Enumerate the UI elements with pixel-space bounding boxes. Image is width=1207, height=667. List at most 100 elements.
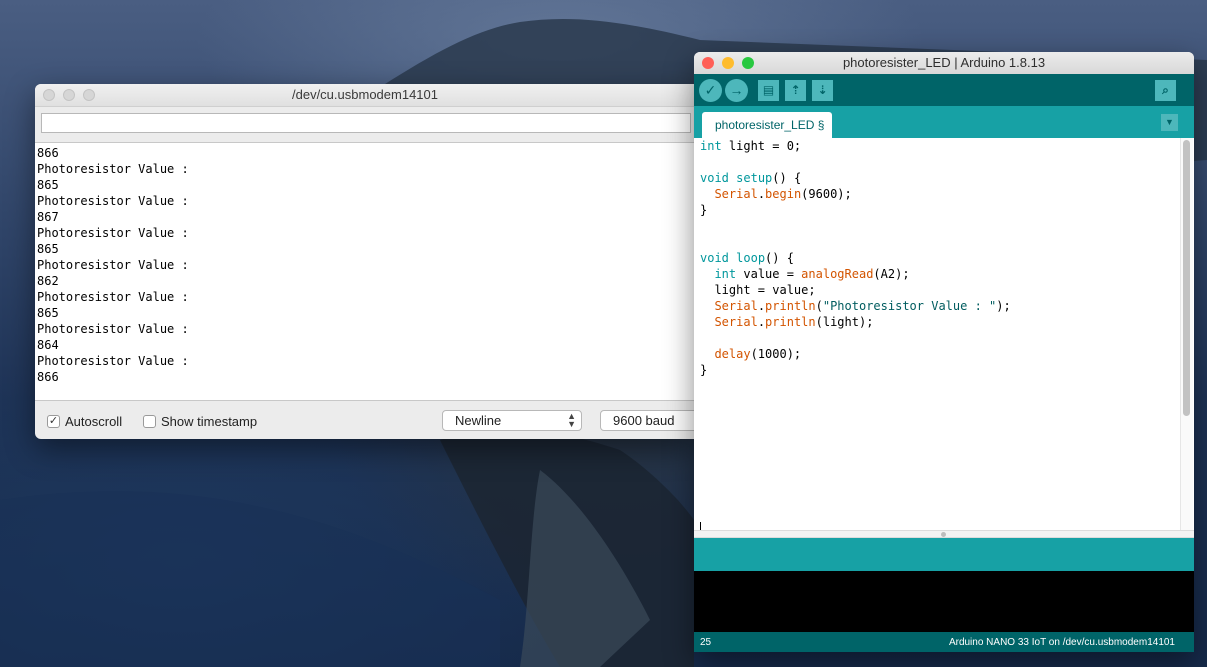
code-token: . — [757, 299, 766, 313]
autoscroll-label: Autoscroll — [65, 414, 123, 429]
line-ending-select[interactable]: Newline ▲ ▼ — [442, 410, 582, 431]
code-token: analogRead — [801, 267, 874, 281]
editor-console-splitter[interactable] — [694, 530, 1194, 538]
code-token: println — [765, 315, 816, 329]
serial-output-line: 867 — [37, 210, 59, 224]
code-token: void — [700, 251, 729, 265]
code-token: . — [757, 315, 766, 329]
baud-rate-select[interactable]: 9600 baud — [600, 410, 695, 431]
select-arrows-icon: ▲ ▼ — [567, 411, 576, 429]
code-line: void setup() { — [700, 170, 1011, 186]
window-title: photoresister_LED | Arduino 1.8.13 — [842, 55, 1046, 70]
serial-output-line: 865 — [37, 242, 59, 256]
serial-output-line: Photoresistor Value : — [37, 354, 189, 368]
code-token: value = — [736, 267, 802, 281]
serial-send-input[interactable] — [41, 113, 691, 133]
serial-output-line: Photoresistor Value : — [37, 290, 189, 304]
tab-menu-icon[interactable]: ▼ — [1161, 114, 1178, 131]
window-title: /dev/cu.usbmodem14101 — [292, 87, 438, 102]
code-token: () { — [765, 251, 794, 265]
code-token: delay — [714, 347, 751, 361]
baud-rate-value: 9600 baud — [613, 413, 675, 428]
open-sketch-icon[interactable]: ⇡ — [785, 80, 806, 101]
serial-output-line: 864 — [37, 338, 59, 352]
code-token: "Photoresistor Value : " — [822, 299, 997, 313]
code-line: int value = analogRead(A2); — [700, 266, 1011, 282]
autoscroll-checkbox[interactable]: ✓ — [47, 415, 60, 428]
serial-output-line: Photoresistor Value : — [37, 322, 189, 336]
code-line: Serial.begin(9600); — [700, 186, 1011, 202]
autoscroll-option[interactable]: ✓ Autoscroll — [47, 414, 122, 429]
code-token: (light); — [815, 315, 874, 329]
code-token: Serial — [714, 299, 758, 313]
verify-icon[interactable]: ✓ — [699, 79, 722, 102]
code-token: } — [700, 363, 708, 377]
upload-icon[interactable]: → — [725, 79, 748, 102]
serial-output-line: Photoresistor Value : — [37, 162, 189, 176]
serial-output-line: 865 — [37, 178, 59, 192]
board-port-info: Arduino NANO 33 IoT on /dev/cu.usbmodem1… — [948, 637, 1175, 648]
code-token: int — [714, 267, 737, 281]
console-output[interactable] — [694, 571, 1194, 632]
code-line: } — [700, 202, 1011, 218]
line-ending-value: Newline — [455, 413, 502, 428]
code-token: () { — [772, 171, 802, 185]
arduino-ide-window: photoresister_LED | Arduino 1.8.13 ✓ → ▤… — [694, 52, 1194, 652]
code-editor[interactable]: int light = 0; void setup() { Serial.begi… — [694, 138, 1194, 530]
serial-footer: ✓ Autoscroll Show timestamp Newline ▲ ▼ 9… — [35, 401, 695, 439]
message-area — [694, 538, 1194, 571]
timestamp-option[interactable]: Show timestamp — [143, 414, 257, 429]
ide-titlebar[interactable]: photoresister_LED | Arduino 1.8.13 — [694, 52, 1194, 75]
code-token: begin — [765, 187, 802, 201]
code-line: Serial.println("Photoresistor Value : ")… — [700, 298, 1011, 314]
code-line: Serial.println(light); — [700, 314, 1011, 330]
code-token: println — [765, 299, 816, 313]
serial-output-line: 866 — [37, 146, 59, 160]
show-timestamp-label: Show timestamp — [161, 414, 258, 429]
ide-statusbar: 25 Arduino NANO 33 IoT on /dev/cu.usbmod… — [694, 632, 1194, 652]
serial-output-line: 862 — [37, 274, 59, 288]
code-token: light = 0; — [721, 139, 802, 153]
show-timestamp-checkbox[interactable] — [143, 415, 156, 428]
code-token: (A2); — [873, 267, 910, 281]
serial-output-line: Photoresistor Value : — [37, 258, 189, 272]
code-token: (1000); — [750, 347, 802, 361]
code-token: int — [700, 139, 722, 153]
ide-tabbar: photoresister_LED § ▼ — [694, 106, 1194, 138]
save-sketch-icon[interactable]: ⇣ — [812, 80, 833, 101]
new-sketch-icon[interactable]: ▤ — [758, 80, 779, 101]
code-line: delay(1000); — [700, 346, 1011, 362]
code-line: void loop() { — [700, 250, 1011, 266]
splitter-handle-icon[interactable] — [941, 532, 946, 537]
code-line: } — [700, 362, 1011, 378]
serial-output-line: 865 — [37, 306, 59, 320]
serial-output-line: Photoresistor Value : — [37, 226, 189, 240]
code-token: ); — [996, 299, 1011, 313]
code-token: setup — [736, 171, 773, 185]
serial-output-area[interactable]: 866 Photoresistor Value : 865 Photoresistor… — [35, 142, 695, 401]
code-line: int light = 0; — [700, 138, 1011, 154]
serial-output-line: Photoresistor Value : — [37, 194, 189, 208]
code-token: } — [700, 203, 708, 217]
code-token: light = value; — [700, 283, 816, 297]
code-token: void — [700, 171, 729, 185]
serial-monitor-icon[interactable]: ⌕ — [1155, 80, 1176, 101]
code-token: Serial — [714, 315, 758, 329]
code-token: loop — [736, 251, 766, 265]
code-token: (9600); — [801, 187, 852, 201]
serial-monitor-titlebar[interactable]: /dev/cu.usbmodem14101 — [35, 84, 695, 107]
serial-monitor-window: /dev/cu.usbmodem14101 866 Photoresistor V… — [35, 84, 695, 439]
editor-scrollbar-thumb[interactable] — [1183, 140, 1190, 416]
line-number: 25 — [700, 637, 712, 648]
tab-photoresister-led[interactable]: photoresister_LED § — [702, 112, 833, 138]
code-lines[interactable]: int light = 0; void setup() { Serial.begi… — [700, 138, 1011, 378]
